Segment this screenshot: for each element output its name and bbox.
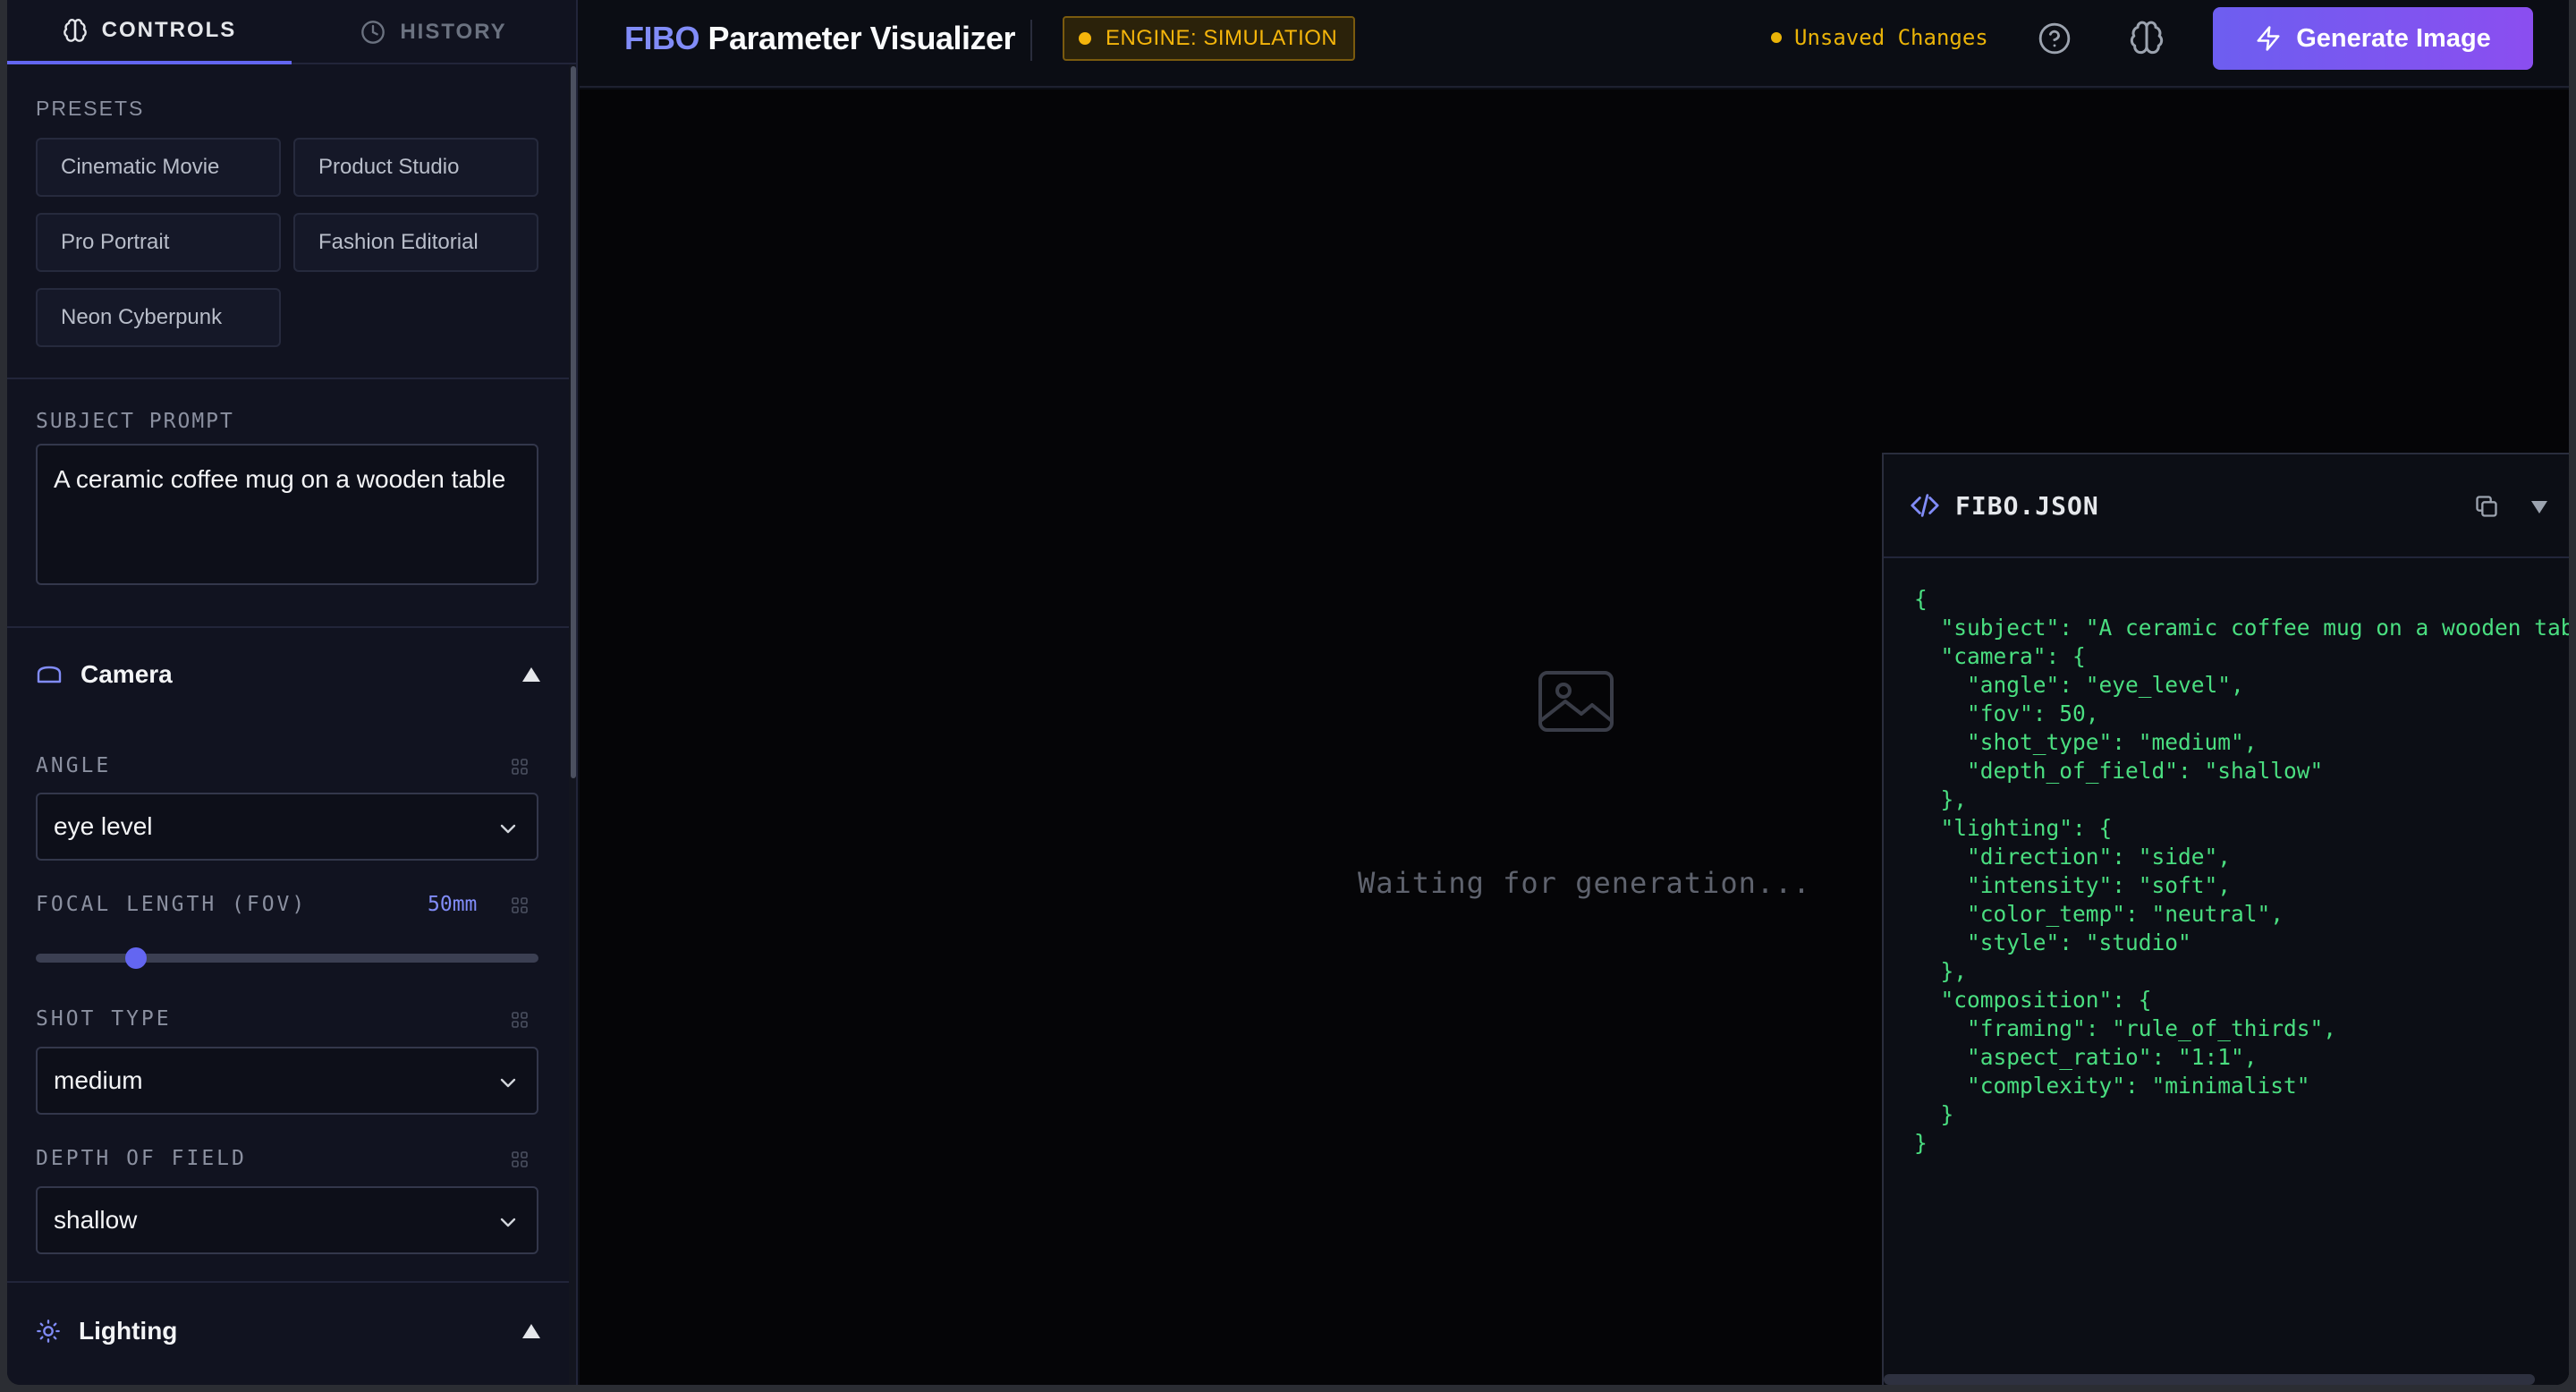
generate-image-button[interactable]: Generate Image: [2213, 7, 2533, 70]
sun-icon: [36, 1319, 61, 1344]
preset-pro-portrait[interactable]: Pro Portrait: [36, 213, 281, 272]
json-panel-header: FIBO.JSON: [1884, 454, 2569, 558]
preset-neon-cyberpunk[interactable]: Neon Cyberpunk: [36, 288, 281, 347]
shot-type-select[interactable]: medium: [36, 1047, 538, 1115]
grid-icon: [512, 897, 528, 913]
presets-label: PRESETS: [36, 97, 145, 120]
engine-status-text: ENGINE: SIMULATION: [1106, 26, 1338, 50]
divider: [7, 1281, 569, 1283]
tab-controls[interactable]: CONTROLS: [7, 0, 292, 64]
depth-of-field-select-value: shallow: [54, 1206, 138, 1234]
sidebar: CONTROLS HISTORY PRESETS Cinematic Movie…: [7, 0, 578, 1385]
status-dot-icon: [1771, 32, 1782, 43]
unsaved-changes-text: Unsaved Changes: [1794, 25, 1988, 50]
divider: [7, 626, 569, 628]
chevron-down-icon: [500, 1078, 516, 1088]
camera-group-title: Camera: [80, 660, 173, 688]
top-header: FIBO Parameter Visualizer ENGINE: SIMULA…: [580, 0, 2569, 88]
app-title: FIBO Parameter Visualizer: [624, 20, 1016, 57]
fov-slider-thumb[interactable]: [125, 947, 148, 969]
sidebar-scrollbar-thumb[interactable]: [571, 66, 576, 778]
depth-of-field-select[interactable]: shallow: [36, 1186, 538, 1254]
header-separator: [1030, 20, 1032, 61]
app-window: CONTROLS HISTORY PRESETS Cinematic Movie…: [7, 0, 2569, 1385]
sidebar-scrollbar[interactable]: [569, 64, 576, 1385]
chevron-down-icon: [500, 824, 516, 834]
engine-status-badge: ENGINE: SIMULATION: [1063, 16, 1356, 61]
angle-label: ANGLE: [36, 754, 112, 777]
image-placeholder-icon: [1538, 671, 1614, 732]
image-canvas: Waiting for generation... FIBO.JSON { "s…: [580, 89, 2569, 1385]
lightning-icon: [2257, 26, 2280, 51]
json-panel-title: FIBO.JSON: [1955, 490, 2099, 521]
waiting-message: Waiting for generation...: [1358, 866, 1811, 900]
preset-cinematic-movie[interactable]: Cinematic Movie: [36, 138, 281, 197]
grid-icon: [512, 759, 528, 775]
status-dot-icon: [1079, 32, 1091, 45]
fov-label: FOCAL LENGTH (FOV): [36, 893, 308, 916]
fov-value: 50mm: [428, 893, 478, 916]
brain-icon: [63, 19, 87, 42]
code-icon: [1911, 494, 1939, 517]
preset-fashion-editorial[interactable]: Fashion Editorial: [293, 213, 538, 272]
collapse-panel-icon[interactable]: [2531, 501, 2547, 514]
json-horizontal-scrollbar[interactable]: [1884, 1374, 2535, 1385]
brain-icon[interactable]: [2129, 20, 2165, 55]
grid-icon: [512, 1151, 528, 1167]
collapse-caret-icon[interactable]: [522, 1324, 540, 1338]
camera-icon: [36, 664, 63, 685]
divider: [7, 378, 569, 379]
subject-prompt-input[interactable]: A ceramic coffee mug on a wooden table: [36, 444, 538, 585]
angle-select[interactable]: eye level: [36, 793, 538, 861]
grid-icon: [512, 1012, 528, 1028]
chevron-down-icon: [500, 1218, 516, 1227]
shot-type-label: SHOT TYPE: [36, 1007, 172, 1031]
preset-product-studio[interactable]: Product Studio: [293, 138, 538, 197]
clock-icon: [361, 21, 386, 44]
unsaved-changes-indicator: Unsaved Changes: [1771, 25, 1988, 50]
fov-slider-track[interactable]: [36, 954, 538, 963]
sidebar-tabs: CONTROLS HISTORY: [7, 0, 576, 64]
angle-select-value: eye level: [54, 812, 153, 840]
lighting-group-title: Lighting: [79, 1317, 178, 1345]
depth-of-field-label: DEPTH OF FIELD: [36, 1147, 247, 1170]
lighting-group-header[interactable]: Lighting: [7, 1286, 569, 1376]
tab-controls-label: CONTROLS: [101, 18, 237, 42]
json-panel: FIBO.JSON { "subject": "A ceramic coffee…: [1882, 453, 2569, 1385]
collapse-caret-icon[interactable]: [522, 667, 540, 682]
json-code-content: { "subject": "A ceramic coffee mug on a …: [1914, 586, 2569, 1156]
generate-image-label: Generate Image: [2296, 23, 2491, 53]
subject-prompt-label: SUBJECT PROMPT: [36, 410, 234, 433]
camera-group-header[interactable]: Camera: [7, 630, 569, 719]
tab-history[interactable]: HISTORY: [292, 0, 576, 64]
tab-history-label: HISTORY: [400, 20, 507, 44]
help-icon[interactable]: [2038, 21, 2072, 55]
copy-icon[interactable]: [2474, 494, 2499, 519]
app-title-rest: Parameter Visualizer: [699, 20, 1016, 56]
shot-type-select-value: medium: [54, 1066, 143, 1094]
app-title-accent: FIBO: [624, 20, 700, 56]
